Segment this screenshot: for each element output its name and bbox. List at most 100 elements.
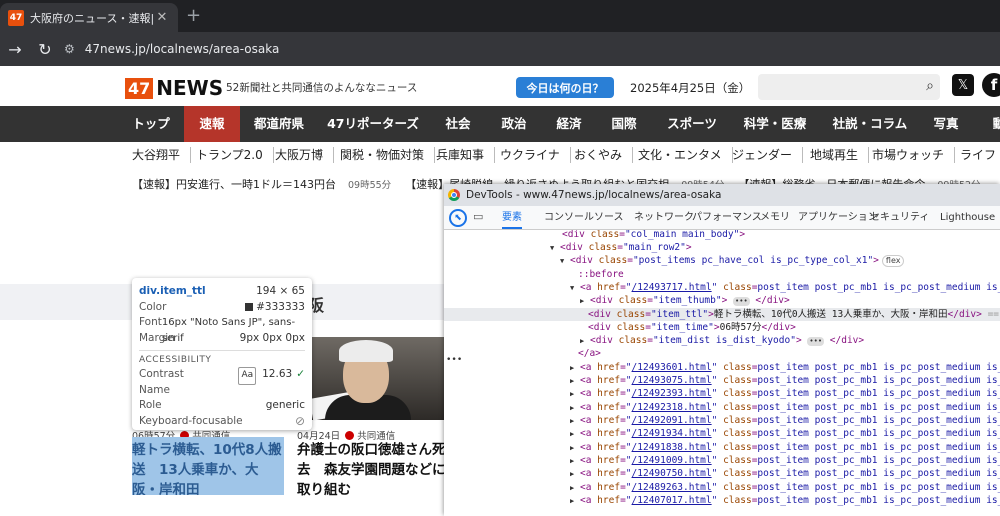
href-link[interactable]: /12491934.html <box>632 428 712 439</box>
dom-node[interactable]: <div class="col_main main_body"> <box>562 230 745 241</box>
dom-node[interactable]: ▶ <a href="/12492318.html" class=post_ite… <box>570 401 1000 414</box>
tab-sources[interactable]: ソース <box>594 206 624 229</box>
dom-node[interactable]: ▶ <a href="/12491009.html" class=post_ite… <box>570 454 1000 467</box>
nav-item[interactable]: スポーツ <box>660 106 724 142</box>
tab-memory[interactable]: メモリ <box>760 206 790 229</box>
nav-item[interactable]: 国際 <box>598 106 650 142</box>
href-link[interactable]: /12493075.html <box>632 375 712 386</box>
article-headline[interactable]: 弁護士の阪口徳雄さん死去 森友学園問題などに取り組む <box>297 440 447 500</box>
dom-node[interactable]: ▶ <a href="/12492091.html" class=post_ite… <box>570 414 1000 427</box>
dom-node[interactable]: ▶ <a href="/12407017.html" class=post_ite… <box>570 494 1000 507</box>
dom-node-selected[interactable]: <div class="item_ttl">軽トラ横転、10代0人搬送 13人乗… <box>444 308 1000 322</box>
tooltip-margin-value: 9px 0px 0px <box>239 331 305 344</box>
dom-node[interactable]: ▶ <a href="/12493601.html" class=post_ite… <box>570 361 1000 374</box>
tab-performance[interactable]: パフォーマンス <box>692 206 762 229</box>
topic-item[interactable]: 大谷翔平 <box>122 147 192 163</box>
today-in-history-button[interactable]: 今日は何の日？ <box>516 77 614 98</box>
topic-item[interactable]: 文化・エンタメ <box>628 147 733 163</box>
ticker-item[interactable]: 【速報】円安進行、一時1ドル＝143円台 <box>132 178 336 191</box>
tab-application[interactable]: アプリケーション <box>798 206 878 229</box>
nav-item[interactable]: 経済 <box>543 106 595 142</box>
topic-item[interactable]: 大阪万博 <box>265 147 335 163</box>
topic-item[interactable]: 地域再生 <box>800 147 870 163</box>
close-icon[interactable]: ✕ <box>154 10 170 25</box>
class-value: post_item post_pc_mb1 is_pc_post_medium … <box>757 375 1000 386</box>
topic-item[interactable]: 市場ウォッチ <box>862 147 956 163</box>
flex-badge[interactable]: flex <box>881 255 905 267</box>
nav-item[interactable]: 47リポーターズ <box>322 106 424 142</box>
dom-node[interactable]: ▶ <a href="/12491838.html" class=post_ite… <box>570 441 1000 454</box>
href-link[interactable]: /12492318.html <box>632 402 712 413</box>
nav-item[interactable]: 科学・医療 <box>738 106 812 142</box>
tab-security[interactable]: セキュリティ <box>870 206 929 229</box>
article-thumbnail[interactable] <box>297 337 445 421</box>
href-link[interactable]: /12493717.html <box>632 282 712 293</box>
nav-item[interactable]: 政治 <box>488 106 540 142</box>
topic-item[interactable]: ウクライナ <box>490 147 571 163</box>
tooltip-font-value: 16px "Noto Sans JP", sans-serif <box>161 317 296 344</box>
dom-node[interactable]: <div class="item_time">06時57分</div> <box>588 321 796 334</box>
href-link[interactable]: /12493601.html <box>632 362 712 373</box>
dom-pseudo[interactable]: ::before <box>578 268 624 281</box>
site-logo[interactable]: 47 NEWS <box>125 76 223 100</box>
topic-item[interactable]: 兵庫知事 <box>426 147 496 163</box>
href-link[interactable]: /12489263.html <box>632 482 712 493</box>
tab-lighthouse[interactable]: Lighthouse <box>940 206 995 229</box>
dom-node[interactable]: ▼ <a href="/12493717.html" class=post_ite… <box>570 281 1000 294</box>
tune-icon[interactable]: ⚙ <box>64 42 75 56</box>
url-field[interactable]: ⚙ 47news.jp/localnews/area-osaka <box>64 42 279 56</box>
arrow-left-icon[interactable]: → <box>0 40 30 59</box>
dom-node[interactable]: ▶ <a href="/12491934.html" class=post_ite… <box>570 427 1000 440</box>
new-tab-button[interactable]: + <box>186 6 201 26</box>
dom-node[interactable]: ▶ <a href="/12490750.html" class=post_ite… <box>570 467 1000 480</box>
logo-number: 47 <box>125 77 154 99</box>
facebook-logo-icon[interactable]: f <box>982 73 1000 97</box>
dom-node[interactable]: ▶ <a href="/12492393.html" class=post_ite… <box>570 387 1000 400</box>
topic-item[interactable]: トランプ2.0 <box>186 147 274 163</box>
more-icon[interactable]: ••• <box>446 355 462 365</box>
nav-item[interactable]: 動 <box>984 106 1000 142</box>
topic-item[interactable]: 関税・物価対策 <box>330 147 436 163</box>
href-link[interactable]: /12492091.html <box>632 415 712 426</box>
dom-node[interactable]: ▶ <div class="item_thumb"> ••• </div> <box>580 294 790 307</box>
address-bar: → ↻ ⚙ 47news.jp/localnews/area-osaka <box>0 32 1000 66</box>
class-value: post_item post_pc_mb1 is_pc_post_medium … <box>757 282 1000 293</box>
href-link[interactable]: /12407017.html <box>632 495 712 506</box>
nav-item[interactable]: トップ <box>120 106 182 142</box>
dom-node[interactable]: ▶ <a href="/12489263.html" class=post_ite… <box>570 481 1000 494</box>
topic-item[interactable]: おくやみ <box>564 147 634 163</box>
article-headline-highlighted[interactable]: 軽トラ横転、10代8人搬送 13人乗車か、大阪・岸和田 <box>132 437 284 495</box>
href-link[interactable]: /12492393.html <box>632 388 712 399</box>
contrast-sample: Aa <box>238 367 257 385</box>
tab-network[interactable]: ネットワーク <box>634 206 694 229</box>
href-link[interactable]: /12491838.html <box>632 442 712 453</box>
href-link[interactable]: /12490750.html <box>632 468 712 479</box>
tab-elements[interactable]: 要素 <box>502 206 522 229</box>
dom-node[interactable]: </a> <box>578 347 601 360</box>
nav-item-active[interactable]: 速報 <box>184 106 240 142</box>
dom-node[interactable]: ▶ <a href="/12493075.html" class=post_ite… <box>570 374 1000 387</box>
nav-item[interactable]: 写真 <box>922 106 970 142</box>
dom-node[interactable]: ▼ <div class="main_row2"> <box>550 241 692 254</box>
nav-item[interactable]: 社説・コラム <box>830 106 910 142</box>
device-toolbar-icon[interactable]: ▭ <box>473 210 483 223</box>
browser-tab[interactable]: 47 大阪府のニュース・速報|47NEWS ✕ <box>0 3 178 32</box>
element-picker-icon[interactable]: ⬉ <box>449 209 467 227</box>
href-link[interactable]: /12491009.html <box>632 455 712 466</box>
magnifier-icon[interactable]: ⌕ <box>926 78 934 94</box>
topic-item[interactable]: ライフ <box>950 147 1000 163</box>
dom-node[interactable]: ▼ <div class="post_items pc_have_col is_p… <box>560 254 905 267</box>
tooltip-label: Role <box>139 399 162 411</box>
x-logo-icon[interactable]: 𝕏 <box>952 74 974 96</box>
selected-node-text: 軽トラ横転、10代0人搬送 13人乗車か、大阪・岸和田 <box>713 309 948 320</box>
site-search-input[interactable]: ⌕ <box>758 74 940 100</box>
tab-console[interactable]: コンソール <box>544 206 594 229</box>
reload-icon[interactable]: ↻ <box>30 40 60 59</box>
topic-item[interactable]: ジェンダー <box>722 147 804 163</box>
nav-item[interactable]: 社会 <box>432 106 484 142</box>
browser-tab-bar: 47 大阪府のニュース・速報|47NEWS ✕ + <box>0 0 1000 32</box>
class-value: post_item post_pc_mb1 is_pc_post_medium … <box>757 495 1000 506</box>
nav-item[interactable]: 都道府県 <box>244 106 314 142</box>
devtools-tabs: ⬉ ▭ 要素 コンソール ソース ネットワーク パフォーマンス メモリ アプリケ… <box>444 206 1000 230</box>
dom-node[interactable]: ▶ <div class="item_dist is_dist_kyodo"> •… <box>580 334 864 347</box>
